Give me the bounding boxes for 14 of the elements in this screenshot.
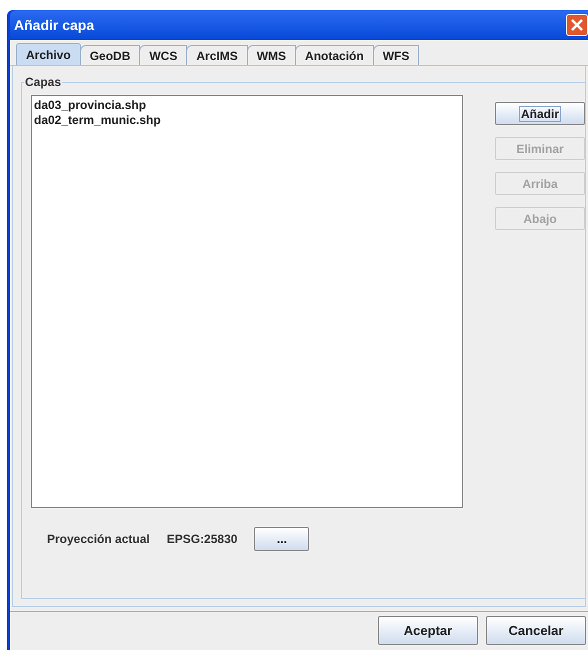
projection-value: EPSG:25830 (166, 531, 238, 548)
list-item[interactable]: da02_term_munic.shp (34, 113, 161, 128)
action-button[interactable]: Añadir (495, 102, 585, 125)
close-icon (570, 18, 584, 32)
dialog-button[interactable]: Aceptar (378, 616, 478, 645)
tab[interactable]: WFS (372, 45, 420, 65)
close-button[interactable] (566, 14, 588, 36)
tab[interactable]: Archivo (16, 43, 81, 65)
window-title: Añadir capa (13, 16, 94, 35)
projection-button[interactable]: ... (254, 527, 310, 551)
layer-list[interactable]: da03_provincia.shp da02_term_munic.shp (31, 95, 463, 508)
projection-label: Proyección actual (47, 531, 150, 548)
list-item[interactable]: da03_provincia.shp (34, 98, 146, 113)
dialog-button[interactable]: Cancelar (486, 616, 586, 645)
